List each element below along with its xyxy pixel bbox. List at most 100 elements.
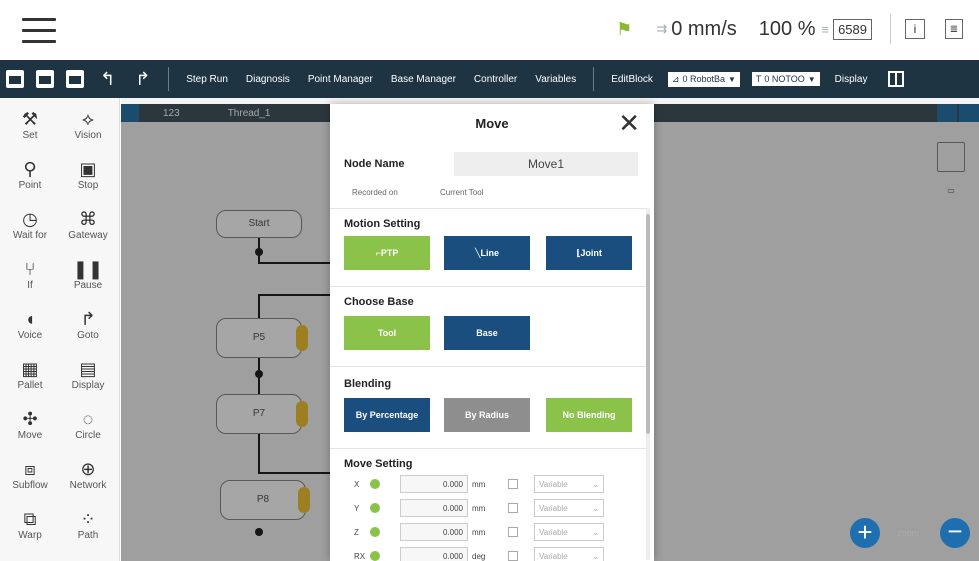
sidebar-item-label: Stop [77,180,99,191]
path-icon: ⁘ [80,509,96,529]
variable-checkbox[interactable] [508,479,518,489]
sidebar-item-voice[interactable]: ◖ Voice [0,308,60,358]
sidebar-item-pause[interactable]: ❚❚ Pause [58,258,118,308]
zoom-out-button[interactable]: − [940,518,970,548]
diagnosis-button[interactable]: Diagnosis [246,74,290,85]
variables-button[interactable]: Variables [535,74,576,85]
sidebar-item-path[interactable]: ⁘ Path [58,508,118,558]
sidebar-item-subflow[interactable]: ⧈ Subflow [0,458,60,508]
sidebar-item-vision[interactable]: ⟡ Vision [58,108,118,158]
robot-base-dropdown[interactable]: ⊿ 0 RobotBa ▼ [667,71,740,87]
tool-dropdown[interactable]: T0 NOTOO ▼ [751,72,820,86]
dialog-scrollbar[interactable] [646,208,650,560]
chevron-down-icon: ▼ [727,74,736,84]
sidebar-item-set[interactable]: ⚒ Set [0,108,60,158]
save-as-icon[interactable] [66,70,84,88]
base-icon: ⊿ [671,73,680,84]
axis-label: RX [354,551,366,561]
value-field[interactable]: 0.000 [400,475,468,493]
pallet-icon: ▦ [21,359,39,379]
variable-select[interactable]: Variable ⌄ [534,475,604,493]
axis-label: X [354,479,360,489]
status-dot-icon [370,551,380,561]
ptp-button[interactable]: ⌐ PTP [344,236,430,270]
sidebar-item-gateway[interactable]: ⌘ Gateway [58,208,118,258]
chevron-down-icon: ⌄ [592,503,599,513]
sidebar-item-network[interactable]: ⊕ Network [58,458,118,508]
sidebar-item-point[interactable]: ⚲ Point [0,158,60,208]
value-field[interactable]: 0.000 [400,499,468,517]
zoom-in-button[interactable]: + [850,518,880,548]
line-button[interactable]: ╲ Line [444,236,530,270]
divider [330,366,648,367]
base-base-button[interactable]: Base [444,316,530,350]
unit-label: mm [472,503,486,513]
select-value: Variable [539,527,568,537]
step-run-button[interactable]: Step Run [186,74,228,85]
value-field[interactable]: 0.000 [400,547,468,561]
point-icon: ⚲ [23,159,37,179]
network-icon: ⊕ [80,459,96,479]
chevron-down-icon: ⌄ [592,527,599,537]
new-file-icon[interactable] [6,70,24,88]
base-manager-button[interactable]: Base Manager [391,74,456,85]
sidebar-item-display[interactable]: ▤ Display [58,358,118,408]
controller-button[interactable]: Controller [474,74,517,85]
scrollbar-thumb[interactable] [646,214,650,434]
sidebar-item-label: Voice [17,330,43,341]
close-icon[interactable]: ✕ [618,110,640,136]
divider [890,14,891,44]
motion-setting-label: Motion Setting [344,218,421,230]
sidebar-item-move[interactable]: ✣ Move [0,408,60,458]
axis-label: Y [354,503,360,513]
vision-icon: ⟡ [82,109,94,129]
tool-value: 0 NOTOO [764,74,805,84]
document-icon[interactable]: ≣ [945,19,963,39]
tool-base-button[interactable]: Tool [344,316,430,350]
variable-select[interactable]: Variable ⌄ [534,523,604,541]
status-dot-icon [370,503,380,513]
sidebar-item-label: Move [17,430,43,441]
variable-select[interactable]: Variable ⌄ [534,499,604,517]
chevron-down-icon: ⌄ [592,551,599,561]
variable-select[interactable]: Variable ⌄ [534,547,604,561]
display-icon: ▤ [79,359,97,379]
editblock-button[interactable]: EditBlock [611,74,653,85]
speed-readout: 0 mm/s [671,17,737,40]
display-button[interactable]: Display [835,74,868,85]
save-icon[interactable] [36,70,54,88]
main-toolbar: ↰ ↱ Step Run Diagnosis Point Manager Bas… [0,60,979,98]
info-icon[interactable]: i [905,19,925,39]
by-percentage-button[interactable]: By Percentage [344,398,430,432]
by-radius-button[interactable]: By Radius [444,398,530,432]
move-setting-label: Move Setting [344,458,413,470]
undo-icon[interactable]: ↰ [100,69,115,90]
sidebar-item-label: Set [22,130,38,141]
move-row-y: Y 0.000 mm Variable ⌄ [354,498,634,518]
sidebar-item-label: Subflow [12,480,48,491]
circle-icon: ◌ [82,409,94,429]
redo-icon[interactable]: ↱ [135,69,150,90]
joint-button[interactable]: ⌊ Joint [546,236,632,270]
sidebar-item-wait-for[interactable]: ◷ Wait for [0,208,60,258]
split-view-icon[interactable] [888,71,905,87]
speed-percent: 100 % [758,17,816,40]
sidebar-item-if[interactable]: ⑂ If [0,258,60,308]
no-blending-button[interactable]: No Blending [546,398,632,432]
sidebar-item-pallet[interactable]: ▦ Pallet [0,358,60,408]
sidebar-item-stop[interactable]: ▣ Stop [58,158,118,208]
menu-icon[interactable] [22,18,56,44]
point-manager-button[interactable]: Point Manager [308,74,373,85]
chevron-down-icon: ⌄ [592,479,599,489]
variable-checkbox[interactable] [508,503,518,513]
move-icon: ✣ [22,409,38,429]
sidebar-item-circle[interactable]: ◌ Circle [58,408,118,458]
node-name-field[interactable]: Move1 [454,152,638,176]
sidebar-item-goto[interactable]: ↱ Goto [58,308,118,358]
sidebar-item-label: Vision [74,130,102,141]
sidebar-item-label: Warp [18,530,42,541]
sidebar-item-warp[interactable]: ⧉ Warp [0,508,60,558]
value-field[interactable]: 0.000 [400,523,468,541]
variable-checkbox[interactable] [508,527,518,537]
variable-checkbox[interactable] [508,551,518,561]
